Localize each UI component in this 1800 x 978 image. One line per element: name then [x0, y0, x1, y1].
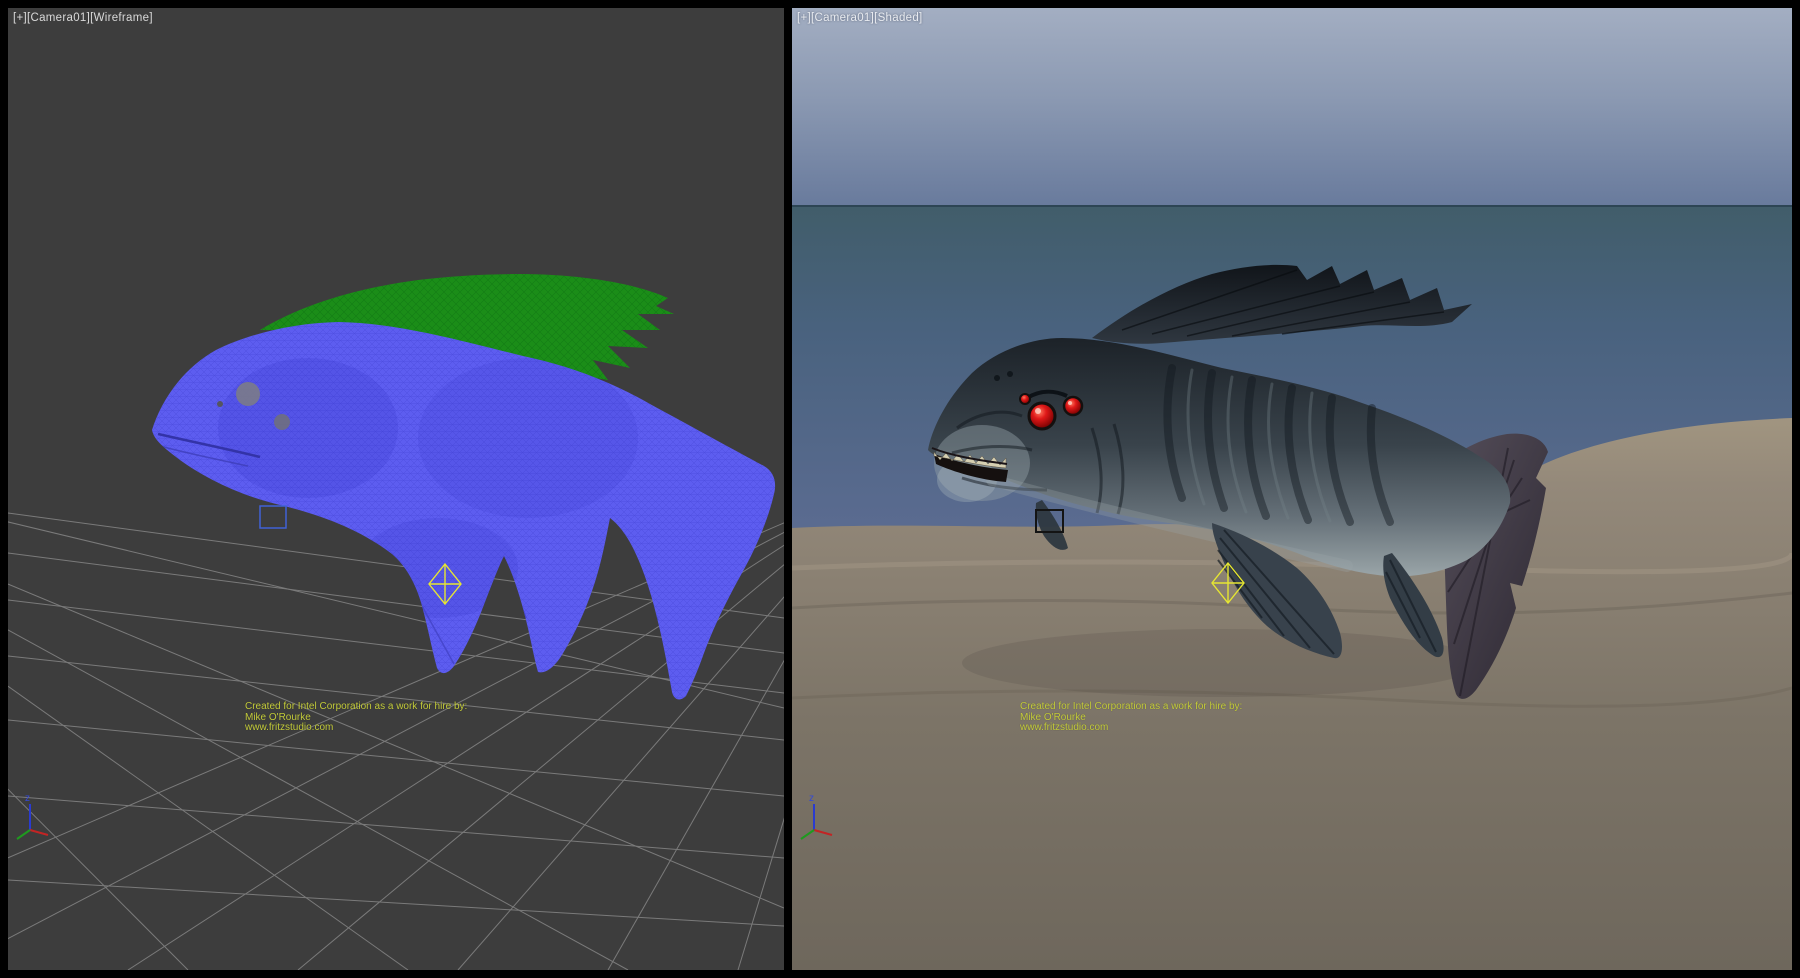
axis-z-label: z [25, 793, 30, 804]
shaded-scene: z [792, 8, 1792, 970]
body-mesh-texture [146, 316, 784, 708]
watermark-text: Created for Intel Corporation as a work … [1020, 702, 1242, 734]
viewport-label-shaded[interactable]: [+][Camera01][Shaded] [797, 12, 923, 24]
watermark-line1: Created for Intel Corporation as a work … [1020, 702, 1242, 713]
viewport-label-wireframe[interactable]: [+][Camera01][Wireframe] [13, 12, 153, 24]
watermark-text: Created for Intel Corporation as a work … [245, 702, 467, 734]
axis-z-label: z [809, 793, 814, 804]
sky-background [792, 8, 1792, 208]
watermark-line3: www.fritzstudio.com [1020, 723, 1242, 734]
wireframe-fish[interactable] [146, 268, 784, 708]
wireframe-scene: z [8, 8, 784, 970]
eye-spot-small [274, 414, 290, 430]
watermark-line3: www.fritzstudio.com [245, 723, 467, 734]
world-axis-tripod: z [17, 793, 48, 839]
eye-spot-large [236, 382, 260, 406]
viewport-shaded[interactable]: z [+][Camera01][Shaded] Created for Inte… [792, 8, 1792, 970]
nostril-spot [217, 401, 223, 407]
watermark-line1: Created for Intel Corporation as a work … [245, 702, 467, 713]
selection-outline-box [260, 506, 286, 528]
viewport-wireframe[interactable]: z [+][Camera01][Wireframe] Created for I… [8, 8, 784, 970]
dual-viewport-stage: z [+][Camera01][Wireframe] Created for I… [0, 0, 1800, 978]
